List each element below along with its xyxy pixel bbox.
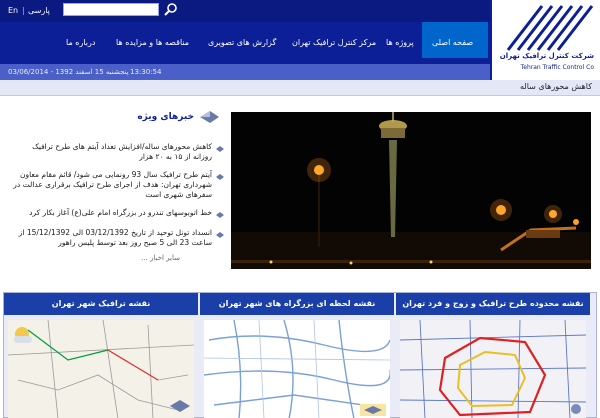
search-icon[interactable] (163, 2, 179, 18)
nav-item-about[interactable]: درباره ما (66, 36, 95, 50)
traffic-map-thumbnail[interactable] (8, 320, 194, 418)
logo-stripes-icon (506, 5, 594, 51)
milad-tower-night-photo (231, 112, 591, 269)
news-diamond-icon (200, 111, 219, 123)
nav-item-photo-reports[interactable]: گزارش های تصویری (208, 36, 276, 50)
ticker-text[interactable]: کاهش محورهای ساله (520, 82, 592, 91)
news-bullet-icon (216, 146, 224, 152)
nav-item-home[interactable]: صفحه اصلی (432, 36, 473, 50)
site-header: En | پارسی صفحه اصلی پروژه ها مرکز کنترل… (0, 0, 600, 80)
news-bullet-icon (216, 212, 224, 218)
map-panel-traffic: نقشه ترافیک شهر تهران (4, 293, 198, 418)
logo[interactable]: شرکت کنترل ترافیک تهران Tehran Traffic C… (490, 0, 600, 80)
news-section-title: خبرهای ویژه (137, 112, 194, 122)
news-ticker: کاهش محورهای ساله (0, 80, 600, 96)
nav-item-projects[interactable]: پروژه ها (386, 36, 414, 50)
map-panel-title[interactable]: نقشه ترافیک شهر تهران (4, 293, 198, 315)
language-separator: | (22, 6, 25, 15)
map-thumbnail-icon (400, 320, 586, 418)
news-item-4[interactable]: انسداد تونل توحید از تاریخ 03/12/1392 ال… (12, 228, 212, 248)
news-item-2[interactable]: آیتم طرح ترافیک سال 93 رونمایی می شود/ ق… (12, 170, 212, 200)
map-thumbnail-icon (8, 320, 194, 418)
nav-item-traffic-control-center[interactable]: مرکز کنترل ترافیک تهران (292, 36, 376, 50)
top-strip: En | پارسی (0, 0, 490, 22)
more-news-link[interactable]: سایر اخبار ... (141, 254, 180, 262)
traffic-zone-map-thumbnail[interactable] (400, 320, 586, 418)
news-item-1[interactable]: کاهش محورهای ساله/افزایش تعداد آیتم های … (12, 142, 212, 162)
logo-title-english: Tehran Traffic Control Co (520, 64, 594, 71)
highways-map-thumbnail[interactable] (204, 320, 390, 418)
map-panels: نقشه ترافیک شهر تهران نقشه لحظه ای بزرگر… (3, 292, 597, 418)
map-panel-title[interactable]: نقشه لحظه ای بزرگراه های شهر تهران (200, 293, 394, 315)
featured-photo[interactable] (231, 112, 591, 269)
map-panel-title[interactable]: نقشه محدوده طرح ترافیک و زوج و فرد تهران (396, 293, 590, 315)
logo-title-persian: شرکت کنترل ترافیک تهران (499, 52, 594, 60)
language-persian-link[interactable]: پارسی (28, 4, 50, 17)
main-nav: صفحه اصلی پروژه ها مرکز کنترل ترافیک تهر… (0, 28, 490, 58)
news-item-3[interactable]: خط اتوبوسهای تندرو در بزرگراه امام علی(ع… (12, 208, 212, 218)
news-bullet-icon (216, 232, 224, 238)
language-english-link[interactable]: En (8, 4, 18, 17)
date-bar: پنجشنبه 15 اسفند 1392 - 03/06/2014 13:30… (0, 64, 490, 80)
date-text: پنجشنبه 15 اسفند 1392 - 03/06/2014 (8, 68, 129, 76)
news-bullet-icon (216, 174, 224, 180)
featured-news: خبرهای ویژه کاهش محورهای ساله/افزایش تعد… (0, 106, 228, 274)
map-panel-highways: نقشه لحظه ای بزرگراه های شهر تهران (200, 293, 394, 418)
map-panel-traffic-zone: نقشه محدوده طرح ترافیک و زوج و فرد تهران (396, 293, 590, 418)
nav-item-tenders[interactable]: مناقصه ها و مزایده ها (116, 36, 189, 50)
search-input[interactable] (63, 3, 159, 16)
map-thumbnail-icon (204, 320, 390, 418)
time-text: 13:30:54 (130, 68, 162, 76)
